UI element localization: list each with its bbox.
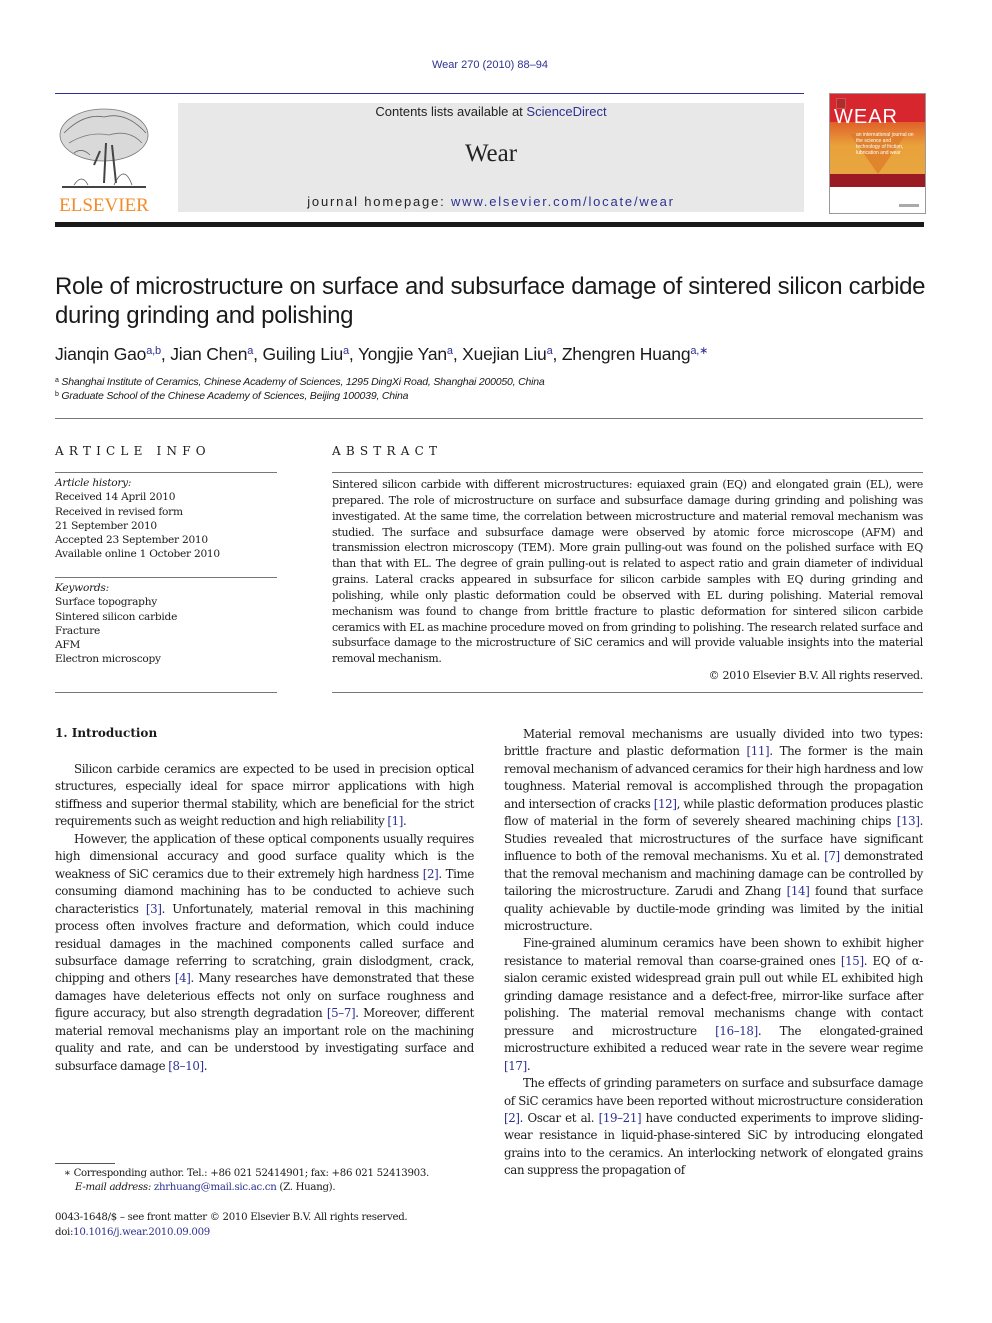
contents-line: Contents lists available at ScienceDirec… xyxy=(178,104,804,119)
citation-link[interactable]: [2] xyxy=(423,867,439,881)
body-paragraph: However, the application of these optica… xyxy=(55,831,475,1073)
journal-name: Wear xyxy=(464,140,518,167)
body-column-right: Material removal mechanisms are usually … xyxy=(504,726,923,1180)
divider xyxy=(332,692,923,693)
keyword: Sintered silicon carbide xyxy=(55,610,178,623)
elsevier-logo[interactable]: ELSEVIER xyxy=(54,103,154,216)
author-name: Jianqin Gao xyxy=(55,344,147,364)
corresponding-author-note: ∗ Corresponding author. Tel.: +86 021 52… xyxy=(64,1168,429,1179)
divider xyxy=(55,577,277,578)
citation-link[interactable]: [11] xyxy=(746,744,769,758)
abstract-text: Sintered silicon carbide with different … xyxy=(332,478,923,666)
keyword: AFM xyxy=(55,639,81,652)
running-head[interactable]: Wear 270 (2010) 88–94 xyxy=(0,59,980,71)
body-column-left: Silicon carbide ceramics are expected to… xyxy=(55,761,474,1075)
homepage-line: journal homepage: www.elsevier.com/locat… xyxy=(178,194,804,209)
citation-link[interactable]: [2] xyxy=(504,1111,520,1125)
author-affiliation-mark[interactable]: a xyxy=(447,345,453,357)
author-affiliation-mark[interactable]: a,b xyxy=(146,345,161,357)
cover-title: WEAR xyxy=(834,106,898,128)
citation-link[interactable]: [1] xyxy=(387,814,403,828)
body-paragraph: Fine-grained aluminum ceramics have been… xyxy=(504,936,923,1073)
divider xyxy=(55,692,277,693)
doi-link[interactable]: 10.1016/j.wear.2010.09.009 xyxy=(73,1227,210,1238)
affiliation-a: a Shanghai Institute of Ceramics, Chines… xyxy=(55,376,545,388)
citation-link[interactable]: [5–7] xyxy=(327,1006,356,1020)
citation-link[interactable]: [19–21] xyxy=(599,1111,642,1125)
journal-homepage-link[interactable]: www.elsevier.com/locate/wear xyxy=(451,194,675,209)
affiliation-b: b Graduate School of the Chinese Academy… xyxy=(55,390,409,402)
body-paragraph: The effects of grinding parameters on su… xyxy=(504,1076,923,1178)
divider xyxy=(332,472,923,473)
author-name: Zhengren Huang xyxy=(561,344,691,364)
body-paragraph: Material removal mechanisms are usually … xyxy=(504,727,923,933)
divider xyxy=(55,472,277,473)
keyword: Electron microscopy xyxy=(55,653,161,666)
keywords: Keywords: Surface topography Sintered si… xyxy=(55,581,277,667)
history-item: 21 September 2010 xyxy=(55,519,157,532)
header-divider xyxy=(55,93,804,94)
author-affiliation-mark[interactable]: a xyxy=(343,345,349,357)
front-matter-note: 0043-1648/$ – see front matter © 2010 El… xyxy=(55,1212,408,1223)
history-item: Available online 1 October 2010 xyxy=(55,548,220,561)
citation-link[interactable]: [16–18] xyxy=(715,1024,758,1038)
citation-link[interactable]: [13] xyxy=(897,814,920,828)
author-list: Jianqin Gaoa,b, Jian Chena, Guiling Liua… xyxy=(55,344,709,364)
citation-link[interactable]: [4] xyxy=(175,971,191,985)
elsevier-tree-icon xyxy=(59,108,149,188)
author-name: Guiling Liu xyxy=(262,344,344,364)
author-affiliation-mark[interactable]: a xyxy=(547,345,553,357)
author-affiliation-mark[interactable]: a,∗ xyxy=(690,345,708,357)
section-heading-introduction: 1. Introduction xyxy=(55,726,158,740)
citation-link[interactable]: [7] xyxy=(824,849,840,863)
contents-prefix: Contents lists available at xyxy=(375,104,527,119)
email-note: E-mail address: zhrhuang@mail.sic.ac.cn … xyxy=(75,1182,336,1193)
article-info-heading: ARTICLE INFO xyxy=(55,444,211,458)
history-item: Received in revised form xyxy=(55,505,183,518)
author-name: Yongjie Yan xyxy=(357,344,447,364)
history-item: Accepted 23 September 2010 xyxy=(55,534,208,547)
header-thick-rule xyxy=(55,222,924,227)
cover-subtitle: an international journal on the science … xyxy=(856,132,914,156)
elsevier-wordmark: ELSEVIER xyxy=(59,195,149,216)
keyword: Surface topography xyxy=(55,596,157,609)
journal-cover-image[interactable]: WEAR an international journal on the sci… xyxy=(829,93,926,214)
journal-masthead: Contents lists available at ScienceDirec… xyxy=(178,103,804,212)
sciencedirect-link[interactable]: ScienceDirect xyxy=(526,104,606,119)
citation-link[interactable]: [12] xyxy=(654,797,677,811)
body-paragraph: Silicon carbide ceramics are expected to… xyxy=(55,762,474,829)
article-history-label: Article history: xyxy=(55,477,132,489)
keyword: Fracture xyxy=(55,624,101,637)
citation-link[interactable]: [14] xyxy=(787,884,810,898)
citation-link[interactable]: [3] xyxy=(146,902,162,916)
author-name: Jian Chen xyxy=(170,344,248,364)
abstract-heading: ABSTRACT xyxy=(332,444,443,458)
author-name: Xuejian Liu xyxy=(462,344,547,364)
citation-link[interactable]: [17] xyxy=(504,1059,527,1073)
history-item: Received 14 April 2010 xyxy=(55,491,176,504)
divider xyxy=(55,418,923,419)
article-title: Role of microstructure on surface and su… xyxy=(55,273,926,329)
article-history: Article history: Received 14 April 2010 … xyxy=(55,476,277,562)
email-link[interactable]: zhrhuang@mail.sic.ac.cn xyxy=(154,1182,277,1193)
keywords-label: Keywords: xyxy=(55,582,109,594)
author-affiliation-mark[interactable]: a xyxy=(247,345,253,357)
homepage-prefix: journal homepage: xyxy=(307,194,451,209)
abstract-copyright: © 2010 Elsevier B.V. All rights reserved… xyxy=(708,669,924,682)
citation-link[interactable]: [15] xyxy=(841,954,864,968)
citation-link[interactable]: [8–10] xyxy=(168,1059,204,1073)
doi-line: doi:10.1016/j.wear.2010.09.009 xyxy=(55,1227,210,1238)
footnote-divider xyxy=(55,1163,115,1164)
